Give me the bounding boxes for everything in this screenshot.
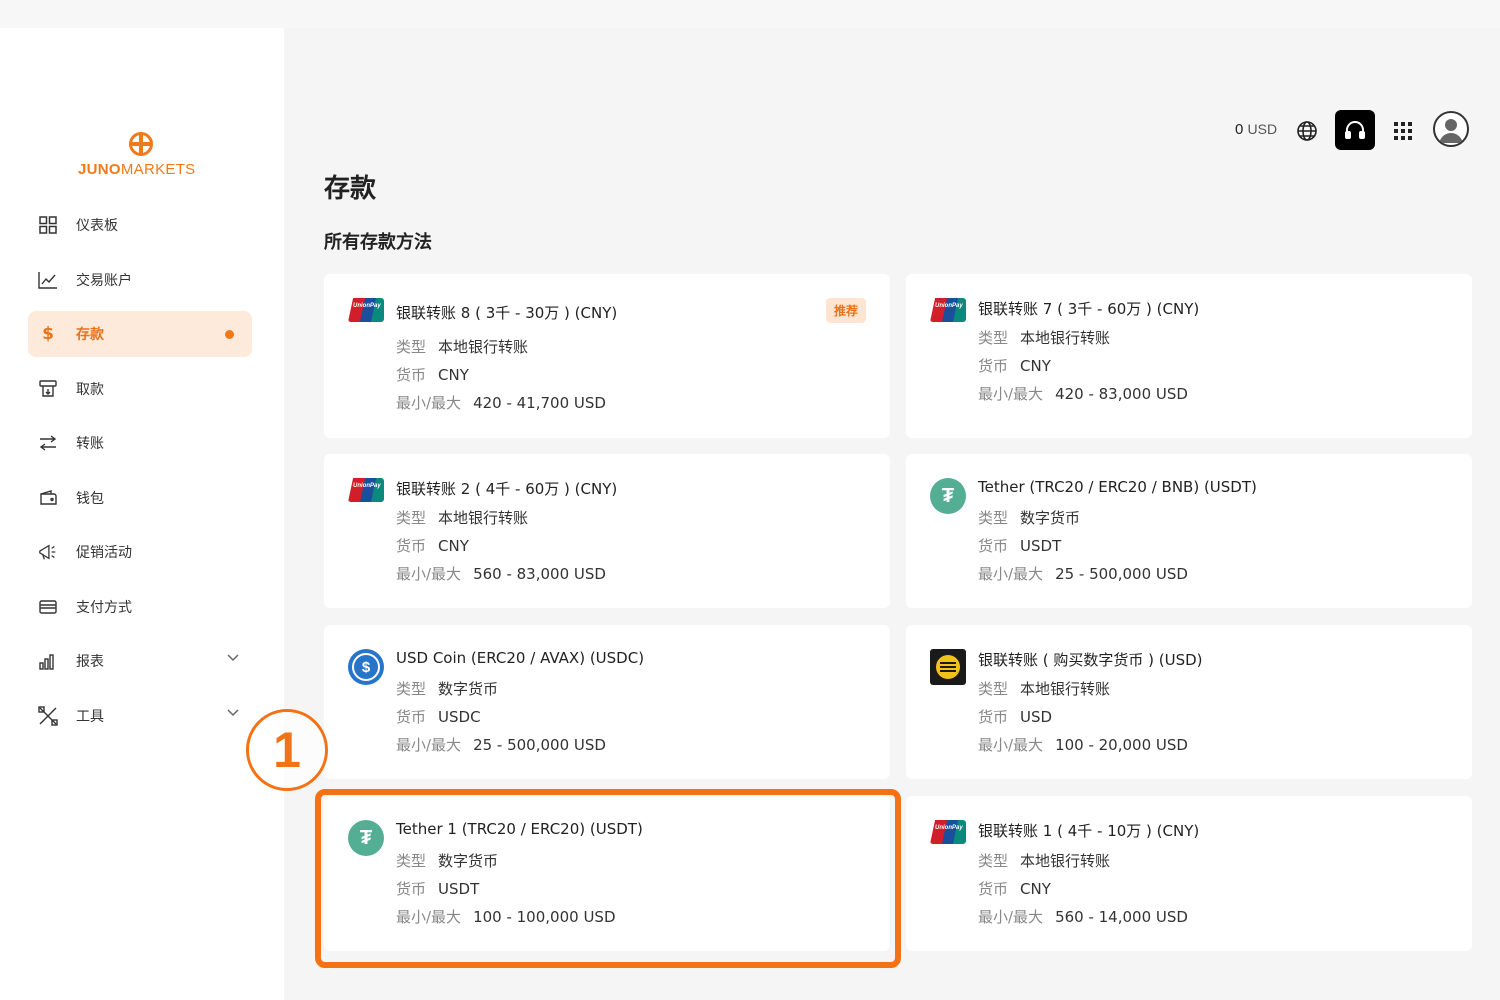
- chevron-down-icon[interactable]: [226, 705, 240, 719]
- sidebar-item-trading-accounts[interactable]: 交易账户: [28, 257, 252, 303]
- brand-name: JUNOMARKETS: [78, 161, 196, 178]
- tether-icon: ₮: [930, 478, 966, 514]
- card-title: 银联转账 ( 购买数字货币 ) (USD): [978, 651, 1203, 669]
- deposit-method-card[interactable]: ₮ Tether (TRC20 / ERC20 / BNB) (USDT) 类型…: [906, 454, 1472, 608]
- megaphone-icon: [38, 542, 58, 562]
- card-title: USD Coin (ERC20 / AVAX) (USDC): [396, 649, 645, 667]
- support-headset-button[interactable]: [1335, 110, 1375, 150]
- card-title: 银联转账 2 ( 4千 - 60万 ) (CNY): [396, 480, 618, 498]
- sidebar-item-label: 促销活动: [76, 545, 132, 561]
- sidebar-item-payment-methods[interactable]: 支付方式: [28, 584, 252, 630]
- card-currency-row: 货币 USDC: [396, 708, 481, 726]
- deposit-method-card[interactable]: UnionPay 银联转账 7 ( 3千 - 60万 ) (CNY) 类型 本地银…: [906, 274, 1472, 438]
- brand-logo[interactable]: JUNOMARKETS: [78, 132, 208, 182]
- unionpay-icon: UnionPay: [348, 478, 384, 514]
- sidebar-item-label: 钱包: [76, 490, 104, 507]
- card-type-row: 类型 数字货币: [978, 509, 1081, 527]
- unionpay-icon: UnionPay: [930, 298, 966, 334]
- card-title: 银联转账 1 ( 4千 - 10万 ) (CNY): [978, 822, 1200, 840]
- card-currency-row: 货币 CNY: [396, 537, 469, 555]
- globe-icon[interactable]: [1296, 120, 1318, 142]
- sidebar: JUNOMARKETS 仪表板 交易账户 $ 存款 取款 转账 钱包 促销活动 …: [0, 28, 284, 1000]
- sidebar-item-dashboard[interactable]: 仪表板: [28, 202, 252, 248]
- sidebar-item-label: 转账: [76, 436, 104, 452]
- card-currency-row: 货币 USD: [978, 708, 1053, 726]
- active-dot: [225, 330, 234, 339]
- withdraw-icon: [38, 379, 58, 399]
- sidebar-item-label: 工具: [76, 708, 104, 725]
- recommended-badge: 推荐: [825, 298, 866, 323]
- card-range-row: 最小/最大 420 - 41,700 USD: [396, 394, 606, 412]
- usdc-icon: $: [348, 649, 384, 685]
- card-currency-row: 货币 CNY: [978, 880, 1051, 898]
- page-title: 存款: [324, 174, 377, 204]
- sidebar-item-label: 取款: [76, 381, 104, 398]
- sidebar-item-label: 支付方式: [76, 599, 132, 616]
- section-title: 所有存款方法: [324, 232, 432, 253]
- step-number-badge: 1: [246, 709, 328, 791]
- dollar-icon: $: [42, 324, 54, 344]
- sidebar-item-promotions[interactable]: 促销活动: [28, 529, 252, 575]
- card-range-row: 最小/最大 560 - 14,000 USD: [978, 908, 1188, 926]
- sidebar-item-label: 交易账户: [76, 272, 132, 289]
- sidebar-item-withdraw[interactable]: 取款: [28, 366, 252, 412]
- card-title: 银联转账 7 ( 3千 - 60万 ) (CNY): [978, 300, 1200, 318]
- dashboard-icon: [38, 215, 58, 235]
- card-range-row: 最小/最大 25 - 500,000 USD: [978, 565, 1188, 583]
- top-strip: [0, 0, 1500, 28]
- avatar[interactable]: [1433, 111, 1469, 147]
- bank-coin-icon: [930, 649, 966, 685]
- card-type-row: 类型 本地银行转账: [978, 680, 1111, 698]
- sidebar-item-reports[interactable]: 报表: [28, 638, 252, 684]
- deposit-method-card[interactable]: 银联转账 ( 购买数字货币 ) (USD) 类型 本地银行转账 货币 USD 最小/…: [906, 625, 1472, 779]
- sidebar-item-deposit[interactable]: $ 存款: [28, 311, 252, 357]
- deposit-method-card[interactable]: UnionPay 银联转账 2 ( 4千 - 60万 ) (CNY) 类型 本地银…: [324, 454, 890, 608]
- wallet-icon: [38, 488, 58, 508]
- logo-mark-icon: [129, 132, 153, 156]
- card-range-row: 最小/最大 420 - 83,000 USD: [978, 385, 1188, 403]
- chevron-down-icon[interactable]: [226, 650, 240, 664]
- card-title: Tether (TRC20 / ERC20 / BNB) (USDT): [978, 478, 1257, 496]
- card-range-row: 最小/最大 560 - 83,000 USD: [396, 565, 606, 583]
- card-currency-row: 货币 USDT: [978, 537, 1062, 555]
- tools-icon: [38, 705, 58, 726]
- card-type-row: 类型 本地银行转账: [978, 852, 1111, 870]
- account-balance: 0 USD: [1235, 121, 1278, 138]
- highlight-box: [315, 789, 901, 968]
- card-icon: [38, 597, 58, 617]
- sidebar-item-label: 仪表板: [76, 218, 118, 234]
- card-type-row: 类型 本地银行转账: [978, 329, 1111, 347]
- card-range-row: 最小/最大 25 - 500,000 USD: [396, 736, 606, 754]
- chart-line-icon: [38, 270, 58, 290]
- card-type-row: 类型 数字货币: [396, 680, 499, 698]
- unionpay-icon: UnionPay: [348, 298, 384, 334]
- sidebar-item-label: 存款: [76, 327, 104, 343]
- sidebar-nav: 仪表板 交易账户 $ 存款 取款 转账 钱包 促销活动 支付方式 报表 工具: [28, 202, 252, 747]
- user-icon: [1439, 119, 1463, 143]
- headset-icon: [1345, 121, 1365, 139]
- deposit-method-card[interactable]: UnionPay 银联转账 1 ( 4千 - 10万 ) (CNY) 类型 本地银…: [906, 796, 1472, 951]
- sidebar-item-tools[interactable]: 工具: [28, 693, 252, 739]
- sidebar-item-wallet[interactable]: 钱包: [28, 475, 252, 521]
- unionpay-icon: UnionPay: [930, 820, 966, 856]
- card-title: 银联转账 8 ( 3千 - 30万 ) (CNY): [396, 304, 618, 322]
- card-type-row: 类型 本地银行转账: [396, 338, 529, 356]
- apps-grid-icon[interactable]: [1394, 122, 1412, 140]
- bar-chart-icon: [38, 651, 58, 671]
- deposit-method-card[interactable]: $ USD Coin (ERC20 / AVAX) (USDC) 类型 数字货币 …: [324, 625, 890, 779]
- transfer-icon: [38, 433, 58, 453]
- card-range-row: 最小/最大 100 - 20,000 USD: [978, 736, 1188, 754]
- card-currency-row: 货币 CNY: [978, 357, 1051, 375]
- sidebar-item-transfer[interactable]: 转账: [28, 420, 252, 466]
- sidebar-item-label: 报表: [76, 654, 104, 670]
- card-type-row: 类型 本地银行转账: [396, 509, 529, 527]
- card-currency-row: 货币 CNY: [396, 366, 469, 384]
- deposit-method-card[interactable]: UnionPay 银联转账 8 ( 3千 - 30万 ) (CNY) 推荐 类型…: [324, 274, 890, 438]
